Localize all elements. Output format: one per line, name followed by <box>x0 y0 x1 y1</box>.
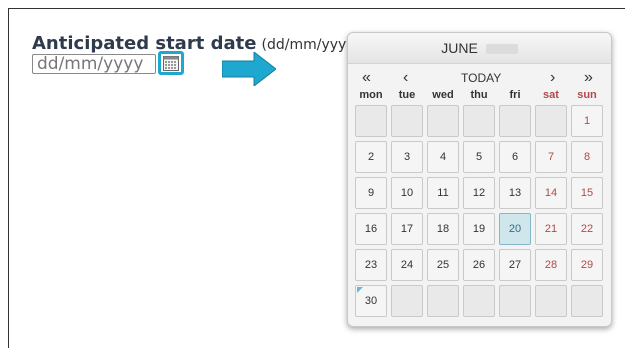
day-cell-24[interactable]: 24 <box>391 249 423 281</box>
arrow-right-icon <box>222 52 276 86</box>
day-cell-5[interactable]: 5 <box>463 141 495 173</box>
start-date-label: Anticipated start date (dd/mm/yyyy) <box>32 33 360 54</box>
day-cell-28[interactable]: 28 <box>535 249 567 281</box>
day-cell-15[interactable]: 15 <box>571 177 603 209</box>
today-button[interactable]: TODAY <box>461 71 501 85</box>
calendar-icon <box>163 55 179 71</box>
day-cell-2[interactable]: 2 <box>355 141 387 173</box>
day-cell-3[interactable]: 3 <box>391 141 423 173</box>
day-cell-29[interactable]: 29 <box>571 249 603 281</box>
day-cell-empty <box>427 285 459 317</box>
day-cell-16[interactable]: 16 <box>355 213 387 245</box>
day-cell-empty <box>535 285 567 317</box>
day-cell-empty <box>571 285 603 317</box>
weekday-tue: tue <box>398 89 416 101</box>
day-cell-23[interactable]: 23 <box>355 249 387 281</box>
day-cell-27[interactable]: 27 <box>499 249 531 281</box>
weekday-sat: sat <box>543 89 559 101</box>
weekday-mon: mon <box>359 89 383 101</box>
day-cell-17[interactable]: 17 <box>391 213 423 245</box>
day-cell-empty <box>391 105 423 137</box>
prev-year-button[interactable]: « <box>362 69 371 87</box>
day-cell-empty <box>427 105 459 137</box>
day-cell-13[interactable]: 13 <box>499 177 531 209</box>
day-cell-12[interactable]: 12 <box>463 177 495 209</box>
date-format-hint: (dd/mm/yyyy) <box>261 37 361 53</box>
day-cell-14[interactable]: 14 <box>535 177 567 209</box>
day-cell-10[interactable]: 10 <box>391 177 423 209</box>
day-cell-empty <box>535 105 567 137</box>
day-cell-8[interactable]: 8 <box>571 141 603 173</box>
year-redacted <box>485 44 518 55</box>
day-cell-22[interactable]: 22 <box>571 213 603 245</box>
weekday-wed: wed <box>432 89 454 101</box>
day-cell-6[interactable]: 6 <box>499 141 531 173</box>
day-cell-empty <box>499 105 531 137</box>
day-cell-20[interactable]: 20 <box>499 213 531 245</box>
day-cell-empty <box>499 285 531 317</box>
weekday-thu: thu <box>470 89 488 101</box>
day-cell-empty <box>463 105 495 137</box>
day-cell-empty <box>355 105 387 137</box>
next-month-button[interactable]: › <box>550 69 555 87</box>
day-cell-18[interactable]: 18 <box>427 213 459 245</box>
date-picker-popup: JUNE « ‹ TODAY › » mon tue wed thu fri sat sun… <box>347 32 612 327</box>
next-year-button[interactable]: » <box>584 69 593 87</box>
start-date-input[interactable]: dd/mm/yyyy <box>32 54 156 74</box>
start-date-label-text: Anticipated start date <box>32 33 257 54</box>
day-cell-11[interactable]: 11 <box>427 177 459 209</box>
weekday-fri: fri <box>509 89 521 101</box>
day-cell-empty <box>463 285 495 317</box>
day-cell-4[interactable]: 4 <box>427 141 459 173</box>
day-cell-1[interactable]: 1 <box>571 105 603 137</box>
calendar-header: JUNE <box>348 33 611 64</box>
month-label: JUNE <box>441 40 478 56</box>
calendar-button[interactable] <box>158 51 184 75</box>
weekday-sun: sun <box>577 89 597 101</box>
day-cell-7[interactable]: 7 <box>535 141 567 173</box>
day-cell-9[interactable]: 9 <box>355 177 387 209</box>
day-cell-30[interactable]: 30 <box>355 285 387 317</box>
day-cell-26[interactable]: 26 <box>463 249 495 281</box>
day-cell-empty <box>391 285 423 317</box>
prev-month-button[interactable]: ‹ <box>403 69 408 87</box>
day-cell-25[interactable]: 25 <box>427 249 459 281</box>
day-cell-21[interactable]: 21 <box>535 213 567 245</box>
day-cell-19[interactable]: 19 <box>463 213 495 245</box>
